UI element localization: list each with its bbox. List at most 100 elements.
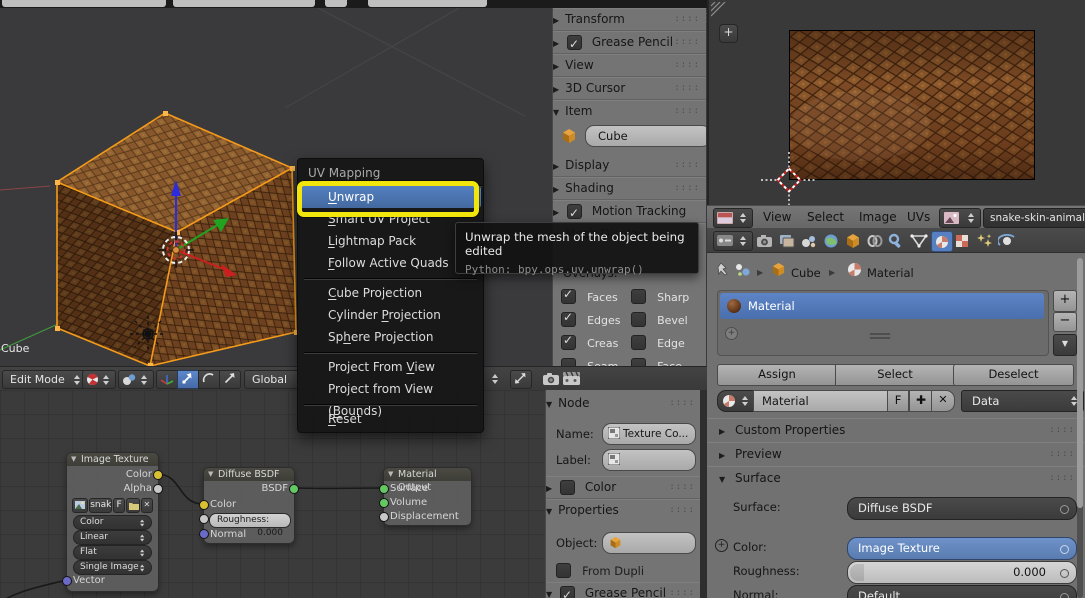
panel-header-shading[interactable]: ▶ Shading :::: bbox=[553, 177, 706, 200]
tab-material[interactable] bbox=[931, 231, 953, 252]
image-name-field[interactable]: snake-skin-animals-... bbox=[983, 208, 1085, 228]
source-dropdown[interactable]: Single Image bbox=[73, 560, 152, 575]
expand-region-button[interactable]: + bbox=[719, 24, 738, 43]
tab-world[interactable] bbox=[821, 231, 841, 250]
region-corner-hatch[interactable] bbox=[711, 2, 727, 18]
panel-header-3d-cursor[interactable]: ▶ 3D Cursor :::: bbox=[553, 77, 706, 100]
socket-bsdf-out[interactable] bbox=[289, 484, 299, 494]
tab-constraints[interactable] bbox=[865, 231, 885, 250]
object-field[interactable] bbox=[602, 532, 696, 554]
color-space-dropdown[interactable]: Color bbox=[73, 515, 152, 530]
material-output-node[interactable]: ▼ Material Output Surface Volume Displace… bbox=[383, 467, 472, 526]
creas-checkbox[interactable]: ✓ bbox=[561, 333, 576, 350]
manipulator-translate-button[interactable] bbox=[177, 370, 199, 389]
tab-texture[interactable] bbox=[953, 231, 973, 250]
manipulator-axis-button[interactable] bbox=[156, 370, 178, 389]
roughness-slider[interactable]: Roughness: 0.000 bbox=[209, 513, 291, 538]
slot-add-mini-icon[interactable]: + bbox=[725, 327, 738, 340]
face-checkbox[interactable] bbox=[631, 358, 646, 366]
image-datablock-button[interactable] bbox=[939, 208, 981, 228]
menu-item-cylinder-projection[interactable]: Cylinder Projection bbox=[300, 304, 481, 326]
socket-normal-in[interactable] bbox=[199, 529, 209, 539]
pin-icon[interactable] bbox=[715, 262, 729, 278]
menu-view[interactable]: View bbox=[763, 210, 791, 224]
panel-header-node[interactable]: ▼ Node :::: bbox=[546, 392, 701, 414]
socket-color-out[interactable] bbox=[153, 470, 163, 480]
panel-grip-icon[interactable]: :::: bbox=[1049, 442, 1075, 466]
snap-updown-icon[interactable] bbox=[492, 374, 499, 384]
menu-item-smart-uv-project[interactable]: Smart UV Project bbox=[300, 208, 481, 230]
panel-header-transform[interactable]: ▶ Transform :::: bbox=[553, 8, 706, 31]
mode-dropdown[interactable]: Edit Mode bbox=[2, 370, 87, 389]
image-datablock-icon-button[interactable] bbox=[72, 498, 89, 513]
assign-button[interactable]: Assign bbox=[717, 364, 837, 386]
panel-header-item[interactable]: ▼ Item :::: bbox=[553, 100, 706, 122]
new-material-button[interactable]: ✚ bbox=[909, 390, 933, 412]
menu-item-unwrap[interactable]: Unwrap bbox=[300, 186, 481, 208]
select-button[interactable]: Select bbox=[835, 364, 955, 386]
node-label-field[interactable] bbox=[602, 449, 696, 471]
material-specials-button[interactable]: ▼ bbox=[1053, 334, 1077, 356]
panel-header-color[interactable]: ▶ Color :::: bbox=[546, 476, 701, 499]
panel-grip-icon[interactable]: :::: bbox=[674, 31, 700, 53]
image-name-field[interactable]: snak bbox=[89, 498, 113, 513]
from-dupli-checkbox[interactable] bbox=[556, 563, 571, 578]
manipulator-scale-button[interactable] bbox=[219, 370, 241, 389]
panel-header-grease-pencil[interactable]: ▶ ✓ Grease Pencil :::: bbox=[553, 31, 706, 54]
projection-dropdown[interactable]: Flat bbox=[73, 545, 152, 560]
edges-checkbox[interactable]: ✓ bbox=[561, 310, 576, 327]
grease-pencil-node-checkbox[interactable]: ✓ bbox=[559, 586, 575, 598]
unlink-material-button[interactable]: ✕ bbox=[931, 390, 955, 412]
panel-grip-icon[interactable]: :::: bbox=[674, 54, 700, 76]
image-texture-node[interactable]: ▼ Image Texture Color Alpha snak F ✕ Colo… bbox=[66, 452, 159, 592]
socket-surface-in[interactable] bbox=[379, 484, 389, 494]
add-material-slot-button[interactable]: + bbox=[1053, 290, 1077, 312]
panel-grip-icon[interactable]: :::: bbox=[674, 177, 700, 199]
menu-image[interactable]: Image bbox=[859, 210, 897, 224]
panel-grip-icon[interactable]: :::: bbox=[669, 392, 695, 414]
breadcrumb-material[interactable]: Material bbox=[867, 266, 914, 280]
panel-grip-icon[interactable]: :::: bbox=[669, 476, 695, 498]
nodetree-icon[interactable] bbox=[735, 263, 751, 277]
menu-item-reset[interactable]: Reset bbox=[300, 408, 481, 430]
tab-modifiers[interactable] bbox=[887, 231, 907, 250]
panel-header-properties[interactable]: ▼ Properties :::: bbox=[546, 499, 701, 521]
tab-scene[interactable] bbox=[799, 231, 819, 250]
material-slot-active[interactable]: Material bbox=[720, 293, 1044, 319]
pivot-point-dropdown[interactable] bbox=[118, 370, 154, 389]
data-link-dropdown[interactable]: Data bbox=[961, 390, 1084, 412]
material-browse-button[interactable] bbox=[717, 390, 755, 412]
snap-align-button[interactable] bbox=[510, 370, 532, 389]
menu-item-project-from-view[interactable]: Project From View bbox=[300, 356, 481, 378]
socket-volume-in[interactable] bbox=[379, 498, 389, 508]
panel-grip-icon[interactable]: :::: bbox=[674, 100, 700, 122]
menu-item-lightmap-pack[interactable]: Lightmap Pack bbox=[300, 230, 481, 252]
unlink-image-button[interactable]: ✕ bbox=[140, 498, 153, 513]
panel-header-view[interactable]: ▶ View :::: bbox=[553, 54, 706, 77]
node-name-field[interactable]: Texture Co... bbox=[602, 423, 696, 445]
tab-physics[interactable] bbox=[997, 231, 1017, 250]
panel-header-custom-properties[interactable]: ▶ Custom Properties :::: bbox=[707, 418, 1085, 443]
motion-tracking-checkbox[interactable]: ✓ bbox=[566, 204, 582, 220]
roughness-slider[interactable]: 0.000 bbox=[847, 561, 1077, 584]
panel-grip-icon[interactable]: :::: bbox=[1049, 466, 1075, 490]
expand-color-icon[interactable]: + bbox=[715, 539, 728, 552]
viewport-shading-dropdown[interactable] bbox=[82, 370, 116, 389]
edge-checkbox[interactable] bbox=[631, 335, 646, 350]
list-resize-handle[interactable] bbox=[870, 333, 890, 335]
panel-grip-icon[interactable]: :::: bbox=[669, 582, 695, 598]
socket-diffuse-color-in[interactable] bbox=[199, 500, 209, 510]
deselect-button[interactable]: Deselect bbox=[953, 364, 1074, 386]
panel-grip-icon[interactable]: :::: bbox=[1049, 418, 1075, 442]
socket-roughness-in[interactable] bbox=[199, 514, 209, 524]
menu-item-cube-projection[interactable]: Cube Projection bbox=[300, 282, 481, 304]
socket-alpha-out[interactable] bbox=[153, 484, 163, 494]
texture-image[interactable] bbox=[789, 30, 1035, 180]
diffuse-bsdf-node[interactable]: ▼ Diffuse BSDF BSDF Color Roughness: 0.00… bbox=[203, 467, 295, 544]
material-name-field[interactable]: Material bbox=[753, 390, 895, 412]
panel-grip-icon[interactable]: :::: bbox=[669, 499, 695, 521]
tab-render-layers[interactable] bbox=[777, 231, 797, 250]
panel-header-display[interactable]: ▶ Display :::: bbox=[553, 154, 706, 177]
tab-render[interactable] bbox=[755, 231, 775, 250]
panel-grip-icon[interactable]: :::: bbox=[674, 154, 700, 176]
